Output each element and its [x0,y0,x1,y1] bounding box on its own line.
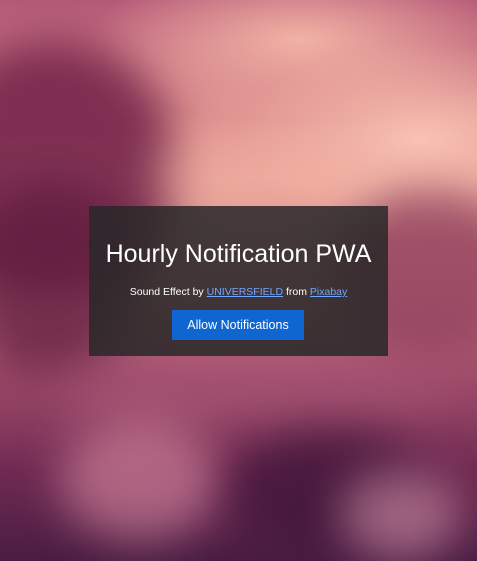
pixabay-link[interactable]: Pixabay [310,286,347,298]
author-link[interactable]: UNIVERSFIELD [207,286,283,298]
blurred-lake [40,360,460,420]
credit-prefix: Sound Effect by [129,286,204,298]
blurred-flowers-right [340,470,460,560]
credit-middle: from [285,286,307,298]
blurred-flowers-left [60,420,220,540]
notification-dialog: Hourly Notification PWA Sound Effect by … [89,206,388,356]
page-title: Hourly Notification PWA [105,240,372,268]
allow-notifications-button[interactable]: Allow Notifications [172,310,304,340]
sound-credit: Sound Effect by UNIVERSFIELD from Pixaba… [89,285,388,299]
